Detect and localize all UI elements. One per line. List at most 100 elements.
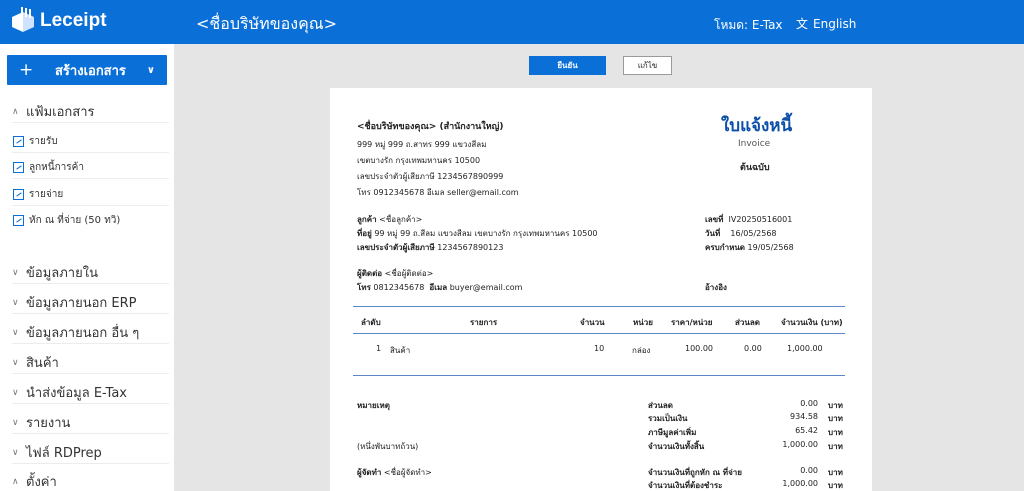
logo-text: Leceipt — [40, 10, 107, 31]
sidebar-group-settings[interactable]: ∧ ตั้งค่า — [12, 471, 57, 491]
customer-label: ลูกค้า — [357, 215, 377, 224]
create-document-button[interactable]: + สร้างเอกสาร ∨ — [7, 55, 167, 85]
phone-value: 0812345678 — [373, 283, 425, 292]
sidebar-item-withholding-tax[interactable]: หัก ณ ที่จ่าย (50 ทวิ) — [13, 213, 120, 228]
contact-value: <ชื่อผู้ติดต่อ> — [384, 269, 434, 278]
contact-line: ผู้ติดต่อ <ชื่อผู้ติดต่อ> — [357, 267, 433, 280]
amount-in-words: (หนึ่งพันบาทถ้วน) — [357, 442, 419, 451]
sidebar-item-expenses[interactable]: รายจ่าย — [13, 187, 63, 202]
sidebar-item-receivables[interactable]: ลูกหนี้การค้า — [13, 160, 84, 175]
divider — [12, 403, 169, 404]
seller-name: <ชื่อบริษัทของคุณ> (สำนักงานใหญ่) — [357, 122, 504, 132]
document-icon — [13, 136, 24, 147]
row-price: 100.00 — [685, 344, 713, 353]
sidebar-group-label: ข้อมูลภายนอก อื่น ๆ — [26, 326, 140, 341]
top-bar: Leceipt <ชื่อบริษัทของคุณ> โหมด: E-Tax 文… — [0, 0, 1024, 44]
reference-label: อ้างอิง — [705, 283, 727, 292]
sidebar-group-external-other[interactable]: ∨ ข้อมูลภายนอก อื่น ๆ — [12, 322, 139, 343]
mode-indicator[interactable]: โหมด: E-Tax — [714, 16, 783, 35]
summary-value: 1,000.00 — [782, 440, 818, 449]
row-qty: 10 — [594, 344, 605, 353]
col-header-amount: จำนวนเงิน (บาท) — [781, 318, 843, 327]
row-amount: 1,000.00 — [787, 344, 823, 353]
sidebar-group-documents[interactable]: ∧ แฟ้มเอกสาร — [12, 101, 95, 122]
chevron-down-icon: ∨ — [12, 357, 19, 368]
sidebar-group-label: แฟ้มเอกสาร — [26, 105, 95, 120]
document-subtitle: Invoice — [738, 139, 771, 149]
sidebar-group-external-erp[interactable]: ∨ ข้อมูลภายนอก ERP — [12, 292, 137, 313]
summary-value: 1,000.00 — [782, 479, 818, 488]
summary-label: จำนวนเงินทั้งสิ้น — [648, 442, 705, 451]
address-label: ที่อยู่ — [357, 229, 372, 238]
customer-line: ลูกค้า <ชื่อลูกค้า> — [357, 213, 422, 226]
chevron-down-icon: ∨ — [12, 297, 19, 308]
doc-due-label: ครบกำหนด — [705, 243, 745, 252]
sidebar-item-label: หัก ณ ที่จ่าย (50 ทวิ) — [29, 215, 121, 226]
col-header-unit: หน่วย — [633, 318, 653, 327]
divider — [12, 283, 169, 284]
divider — [12, 122, 169, 123]
sidebar-group-label: ตั้งค่า — [26, 475, 57, 490]
sidebar-group-label: ไฟล์ RDPrep — [26, 446, 102, 461]
doc-number-label: เลขที่ — [705, 215, 724, 224]
summary-label: จำนวนเงินที่ต้องชำระ — [648, 481, 723, 490]
create-document-label: สร้างเอกสาร — [55, 63, 126, 79]
sidebar-item-label: รายจ่าย — [29, 189, 64, 200]
chevron-up-icon: ∧ — [12, 106, 19, 117]
sidebar-group-rdprep[interactable]: ∨ ไฟล์ RDPrep — [12, 442, 102, 463]
summary-currency: บาท — [828, 401, 843, 410]
summary-label: ภาษีมูลค่าเพิ่ม — [648, 428, 697, 437]
sidebar: + สร้างเอกสาร ∨ ∧ แฟ้มเอกสาร รายรับ ลูกห… — [0, 44, 174, 491]
summary-currency: บาท — [828, 414, 843, 423]
language-switcher[interactable]: 文 English — [796, 15, 856, 32]
divider — [12, 463, 169, 464]
chevron-down-icon: ∨ — [12, 327, 19, 338]
doc-number-value: IV20250516001 — [728, 215, 793, 224]
sidebar-group-label: นำส่งข้อมูล E-Tax — [26, 386, 127, 401]
customer-tax-value: 1234567890123 — [437, 243, 504, 252]
col-header-discount: ส่วนลด — [735, 318, 760, 327]
edit-button[interactable]: แก้ไข — [623, 56, 672, 75]
document-icon — [13, 162, 24, 173]
divider — [12, 313, 169, 314]
sidebar-group-label: สินค้า — [26, 356, 59, 371]
divider — [12, 433, 169, 434]
document-icon — [13, 189, 24, 200]
chevron-down-icon: ∨ — [12, 387, 19, 398]
language-label: English — [813, 16, 857, 31]
table-bottom-border — [353, 375, 845, 376]
summary-currency: บาท — [828, 481, 843, 490]
document-icon — [13, 215, 24, 226]
chevron-down-icon: ∨ — [146, 64, 155, 76]
app-logo[interactable]: Leceipt — [10, 7, 107, 35]
sidebar-group-reports[interactable]: ∨ รายงาน — [12, 412, 70, 433]
summary-value: 0.00 — [800, 466, 818, 475]
summary-value: 65.42 — [795, 426, 818, 435]
summary-value: 0.00 — [800, 399, 818, 408]
document-title: ใบแจ้งหนี้ — [721, 116, 793, 136]
logo-icon — [10, 7, 36, 35]
seller-address-line2: เขตบางรัก กรุงเทพมหานคร 10500 — [357, 156, 481, 165]
contact-phone-line: โทร 0812345678 อีเมล buyer@email.com — [357, 281, 522, 294]
sidebar-item-label: ลูกหนี้การค้า — [29, 162, 84, 173]
col-header-no: ลำดับ — [361, 318, 381, 327]
doc-number-line: เลขที่ IV20250516001 — [705, 213, 792, 226]
chevron-down-icon: ∨ — [12, 417, 19, 428]
chevron-up-icon: ∧ — [12, 476, 19, 487]
sidebar-group-products[interactable]: ∨ สินค้า — [12, 352, 59, 373]
invoice-preview: <ชื่อบริษัทของคุณ> (สำนักงานใหญ่) 999 หม… — [330, 88, 872, 491]
email-value: buyer@email.com — [449, 283, 523, 292]
translate-icon: 文 — [796, 17, 809, 31]
seller-tax-id: เลขประจำตัวผู้เสียภาษี 1234567890999 — [357, 172, 504, 181]
sidebar-item-income[interactable]: รายรับ — [13, 134, 58, 149]
sidebar-group-etax-submission[interactable]: ∨ นำส่งข้อมูล E-Tax — [12, 382, 127, 403]
phone-label: โทร — [357, 283, 371, 292]
col-header-price: ราคา/หน่วย — [671, 318, 713, 327]
row-discount: 0.00 — [744, 344, 762, 353]
plus-icon: + — [19, 60, 34, 80]
sidebar-group-internal-data[interactable]: ∨ ข้อมูลภายใน — [12, 262, 98, 283]
doc-date-value: 16/05/2568 — [730, 229, 777, 238]
confirm-button[interactable]: ยืนยัน — [529, 56, 606, 75]
summary-currency: บาท — [828, 468, 843, 477]
divider — [12, 178, 169, 179]
